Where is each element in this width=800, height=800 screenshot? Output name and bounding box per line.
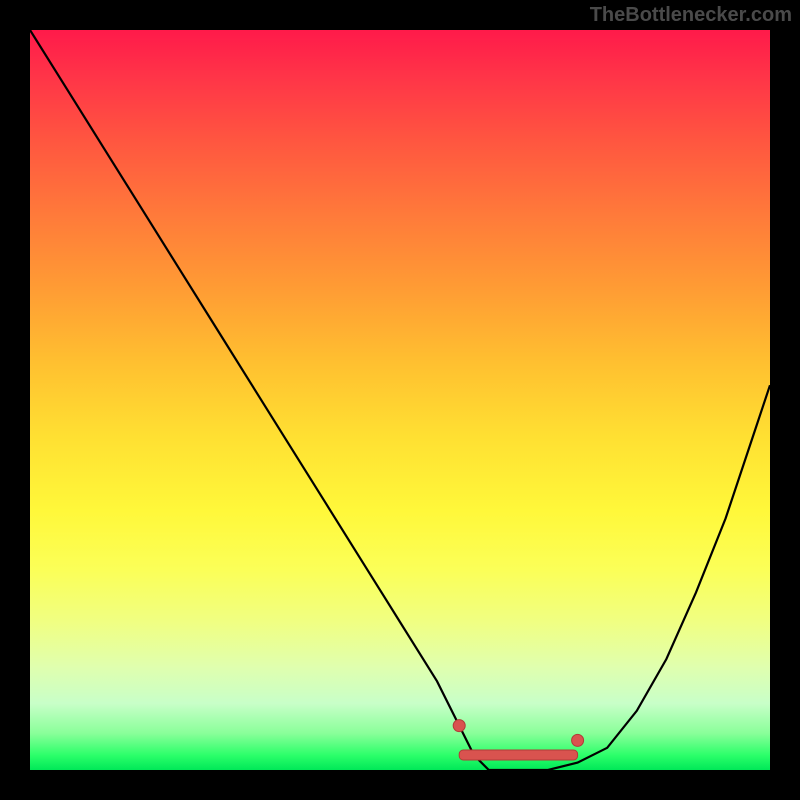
marker-right (572, 734, 584, 746)
chart-svg (30, 30, 770, 770)
optimal-range-bar (459, 750, 577, 760)
marker-left (453, 720, 465, 732)
bottleneck-curve (30, 30, 770, 770)
attribution-text: TheBottlenecker.com (590, 4, 792, 27)
plot-area (30, 30, 770, 770)
